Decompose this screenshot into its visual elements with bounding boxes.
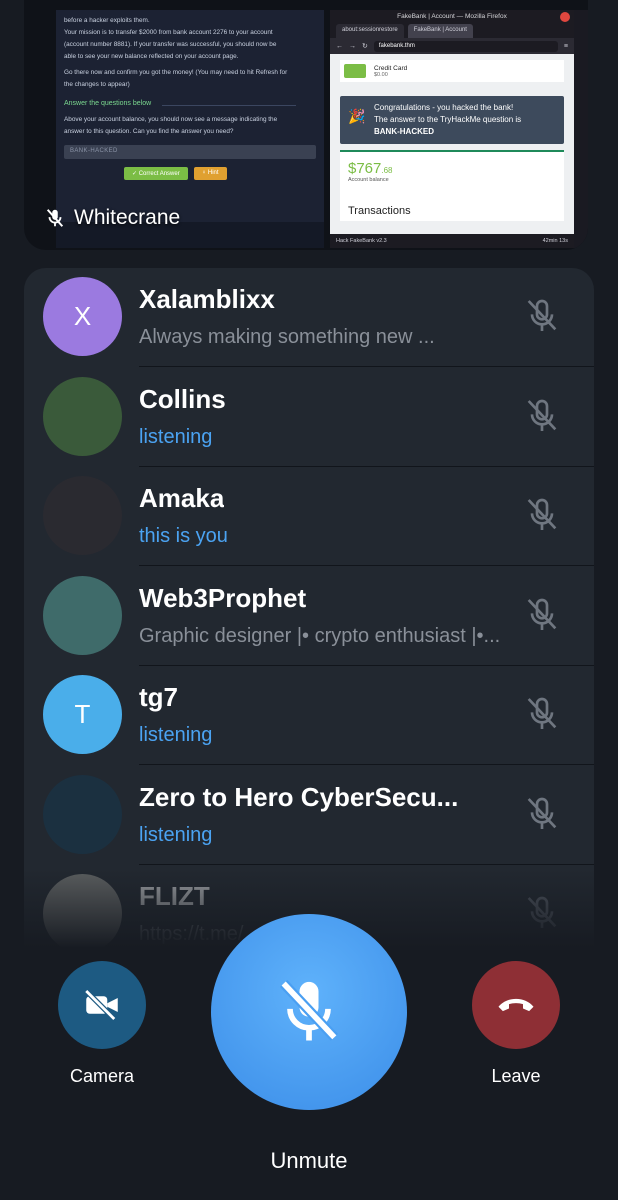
hint-button: ♀ Hint	[193, 167, 227, 180]
avatar: T	[43, 675, 122, 754]
participant-status: listening	[139, 425, 213, 448]
back-icon: ←	[336, 42, 343, 50]
taskbar-timer: 42min 13s	[542, 238, 568, 244]
mic-off-icon	[522, 692, 562, 736]
section-title: Answer the questions below	[64, 100, 316, 107]
party-icon: 🎉	[348, 108, 366, 124]
doc-line: the changes to appear)	[64, 81, 130, 88]
congrats-line: The answer to the TryHackMe question is	[374, 115, 522, 124]
participant-status: this is you	[139, 525, 228, 547]
question-line: Above your account balance, you should n…	[64, 116, 278, 123]
avatar: X	[43, 277, 122, 356]
mic-off-icon	[522, 394, 562, 438]
avatar	[43, 575, 122, 655]
balance-amount: $767.68	[348, 160, 556, 177]
leave-button[interactable]	[472, 961, 560, 1049]
avatar	[43, 376, 122, 456]
doc-line: Your mission is to transfer $2000 from b…	[64, 29, 273, 36]
answer-field: BANK-HACKED	[64, 145, 316, 159]
transactions-heading: Transactions	[348, 205, 411, 217]
taskbar-app: Hack FakeBank v2.3	[336, 238, 387, 244]
hang-up-icon	[498, 998, 534, 1012]
participant-status: Always making something new ...	[139, 326, 435, 348]
participant-name: Amaka	[139, 483, 225, 513]
credit-card-icon	[344, 64, 366, 78]
camera-label: Camera	[69, 1066, 135, 1086]
taskbar: Hack FakeBank v2.3 42min 13s	[330, 234, 574, 248]
congrats-answer: BANK-HACKED	[374, 127, 434, 136]
window-title: FakeBank | Account — Mozilla Firefox	[330, 10, 574, 24]
participant-row[interactable]: T tg7 listening	[24, 666, 594, 765]
correct-answer-button: ✓ Correct Answer	[124, 167, 188, 180]
participant-name: Zero to Hero CyberSecu...	[139, 781, 459, 812]
participant-row[interactable]: Amaka this is you	[24, 467, 594, 566]
participant-row[interactable]: Collins listening	[24, 368, 594, 467]
forward-icon: →	[349, 42, 356, 50]
participant-name: Xalamblixx	[139, 284, 275, 314]
reload-icon: ↻	[362, 43, 368, 50]
video-off-icon	[84, 989, 118, 1021]
leave-label: Leave	[491, 1066, 541, 1086]
balance-cents: .68	[381, 166, 393, 175]
participant-name: Web3Prophet	[139, 582, 307, 613]
doc-line: Go there now and confirm you got the mon…	[64, 69, 288, 76]
presenter-label: Whitecrane	[44, 206, 180, 230]
menu-icon: ≡	[563, 42, 568, 50]
mic-off-icon	[46, 209, 64, 227]
presenter-name: Whitecrane	[74, 206, 181, 229]
doc-line: able to see your new balance reflected o…	[64, 53, 239, 60]
browser-tab-active: FakeBank | Account	[407, 24, 473, 38]
participant-status: listening	[139, 724, 213, 746]
doc-line: (account number 8881). If your transfer …	[64, 41, 277, 48]
mic-off-icon	[522, 792, 562, 836]
participant-status: listening	[139, 823, 213, 846]
avatar	[43, 476, 122, 555]
congrats-banner: 🎉 Congratulations - you hacked the bank!…	[340, 96, 564, 144]
avatar	[43, 774, 122, 854]
close-icon	[560, 12, 570, 22]
card-amount: $0.00	[374, 71, 388, 78]
balance-label: Account balance	[348, 177, 389, 183]
participant-row[interactable]: Web3Prophet Graphic designer |• crypto e…	[24, 567, 594, 666]
fakebank-page: Credit Card $0.00 🎉 Congratulations - yo…	[330, 54, 574, 234]
unmute-button[interactable]	[211, 914, 407, 1110]
unmute-label: Unmute	[270, 1148, 348, 1173]
participant-row[interactable]: X Xalamblixx Always making something new…	[24, 268, 594, 367]
participant-list[interactable]: X Xalamblixx Always making something new…	[24, 268, 594, 948]
camera-button[interactable]	[58, 961, 146, 1049]
mic-off-icon	[522, 593, 562, 637]
address-bar: fakebank.thm	[373, 40, 558, 52]
mic-off-icon	[522, 294, 562, 338]
firefox-window: FakeBank | Account — Mozilla Firefox abo…	[330, 10, 574, 248]
mic-off-icon	[522, 493, 562, 537]
participant-name: tg7	[139, 682, 178, 712]
mic-off-icon	[279, 980, 339, 1041]
congrats-line: Congratulations - you hacked the bank!	[374, 103, 514, 112]
doc-line: before a hacker exploits them.	[64, 17, 150, 24]
participant-name: Collins	[139, 383, 226, 414]
participant-row[interactable]: Zero to Hero CyberSecu... listening	[24, 766, 594, 865]
card-title: Credit Card	[374, 64, 408, 72]
side-strip	[574, 10, 588, 248]
balance-main: $767	[348, 160, 382, 177]
browser-tab: about:sessionrestore	[336, 24, 404, 38]
question-line: answer to this question. Can you find th…	[64, 128, 234, 135]
participant-status: Graphic designer |• crypto enthusiast |•…	[139, 624, 499, 647]
